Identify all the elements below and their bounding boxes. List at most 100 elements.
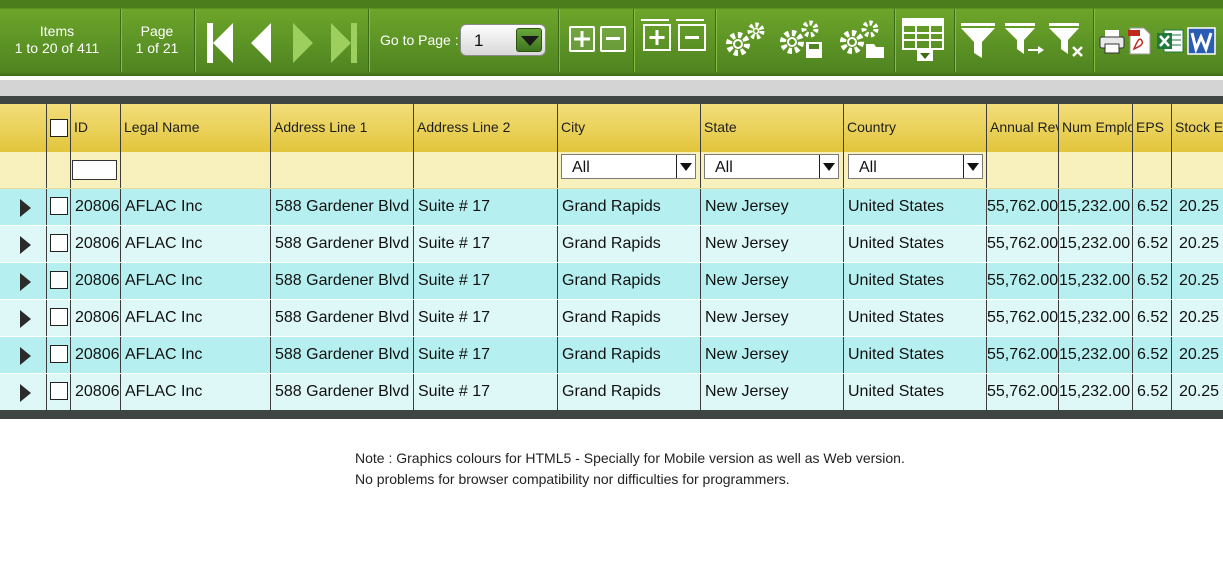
row-checkbox[interactable] [50,197,68,215]
cell-eps: 6.52 [1133,300,1172,336]
first-page-button[interactable] [204,22,236,64]
filter-cell-id [71,152,121,188]
cell-stock-ex: 20.25 [1178,198,1219,215]
toolbar-divider [633,9,634,72]
cell-annual-rev: 55,762.00 [987,263,1059,299]
row-select-cell [47,300,71,336]
select-all-checkbox[interactable] [50,119,68,137]
filter-cell [1059,152,1133,188]
state-filter-select[interactable]: All [704,154,839,179]
items-range: 1 to 20 of 411 [14,40,100,56]
column-header-num-employ[interactable]: Num Employ [1059,104,1133,152]
row-expander-cell [0,300,47,336]
expand-row-icon[interactable] [20,273,31,291]
row-expander-cell [0,226,47,262]
column-header-country[interactable]: Country [844,104,987,152]
add-row-button[interactable] [569,26,595,52]
cell-eps: 6.52 [1133,189,1172,225]
cell-eps: 6.52 [1133,337,1172,373]
settings-button[interactable] [724,20,768,58]
id-filter-input[interactable] [72,160,117,180]
load-settings-button[interactable] [838,20,886,60]
expand-row-icon[interactable] [20,384,31,402]
collapse-all-icon [676,19,706,51]
filter-button[interactable] [960,22,998,60]
clear-filter-icon [1049,23,1083,57]
filter-cell-country: All [844,152,987,188]
cell-address-line-1: 588 Gardener Blvd [271,263,414,299]
cell-state: New Jersey [701,189,844,225]
last-page-button[interactable] [328,22,360,64]
chevron-down-icon [516,28,542,52]
expand-all-button[interactable] [641,18,673,52]
cell-num-employ: 15,232.00 [1059,263,1133,299]
remove-row-button[interactable] [600,26,626,52]
cell-address-line-1: 588 Gardener Blvd [271,189,414,225]
cell-address-line-2: Suite # 17 [414,263,558,299]
next-page-button[interactable] [290,22,316,64]
collapse-all-button[interactable] [676,18,708,52]
row-checkbox[interactable] [50,271,68,289]
previous-page-button[interactable] [248,22,274,64]
expand-row-icon[interactable] [20,199,31,217]
column-header-legal-name[interactable]: Legal Name [121,104,271,152]
apply-filter-button[interactable] [1004,22,1044,60]
clear-filter-button[interactable] [1048,22,1086,60]
remove-icon [606,37,620,40]
column-header-city[interactable]: City [558,104,701,152]
items-title: Items [39,23,75,39]
column-chooser-button[interactable] [902,18,946,62]
table-row[interactable]: 20806 AFLAC Inc 588 Gardener Blvd Suite … [0,189,1223,226]
column-header-address-line-2[interactable]: Address Line 2 [414,104,558,152]
cell-num-employ: 15,232.00 [1059,300,1133,336]
city-filter-select[interactable]: All [561,154,696,179]
expand-row-icon[interactable] [20,236,31,254]
note-text: Note : Graphics colours for HTML5 - Spec… [355,448,905,490]
save-settings-button[interactable] [778,20,826,60]
cell-stock-ex: 20.25 [1178,272,1219,289]
table-row[interactable]: 20806 AFLAC Inc 588 Gardener Blvd Suite … [0,337,1223,374]
cell-country: United States [844,226,987,262]
export-excel-button[interactable] [1156,26,1184,56]
goto-page-select[interactable]: 1 [460,24,546,56]
cell-legal-name: AFLAC Inc [121,263,271,299]
row-select-cell [47,374,71,410]
cell-state: New Jersey [701,263,844,299]
cell-legal-name: AFLAC Inc [121,189,271,225]
cell-address-line-2: Suite # 17 [414,189,558,225]
export-pdf-button[interactable] [1127,26,1153,56]
export-word-button[interactable] [1187,26,1217,56]
table-row[interactable]: 20806 AFLAC Inc 588 Gardener Blvd Suite … [0,300,1223,337]
load-settings-icon [840,20,884,58]
country-filter-value: All [859,159,877,176]
toolbar-divider [120,9,121,72]
column-header-eps[interactable]: EPS [1133,104,1172,152]
expand-row-icon[interactable] [20,310,31,328]
expand-row-icon[interactable] [20,347,31,365]
toolbar-divider [715,9,716,72]
cell-num-employ: 15,232.00 [1059,226,1133,262]
apply-filter-icon [1005,23,1044,54]
table-row[interactable]: 20806 AFLAC Inc 588 Gardener Blvd Suite … [0,226,1223,263]
cell-id: 20806 [71,189,121,225]
goto-page-label: Go to Page : [380,32,459,48]
filter-row: All All All [0,152,1223,189]
table-row[interactable]: 20806 AFLAC Inc 588 Gardener Blvd Suite … [0,263,1223,300]
goto-page-value: 1 [474,31,484,50]
column-header-stock-ex[interactable]: Stock Ex [1172,104,1223,152]
cell-city: Grand Rapids [558,300,701,336]
next-page-icon [293,23,313,63]
row-checkbox[interactable] [50,382,68,400]
row-checkbox[interactable] [50,234,68,252]
row-checkbox[interactable] [50,308,68,326]
table-row[interactable]: 20806 AFLAC Inc 588 Gardener Blvd Suite … [0,374,1223,410]
country-filter-select[interactable]: All [848,154,983,179]
toolbar-divider [558,9,559,72]
print-button[interactable] [1099,28,1125,54]
row-checkbox[interactable] [50,345,68,363]
column-header-state[interactable]: State [701,104,844,152]
column-header-address-line-1[interactable]: Address Line 1 [271,104,414,152]
column-header-annual-rev[interactable]: Annual Rev [987,104,1059,152]
grid-bottom-border [0,410,1223,419]
column-header-id[interactable]: ID [71,104,121,152]
